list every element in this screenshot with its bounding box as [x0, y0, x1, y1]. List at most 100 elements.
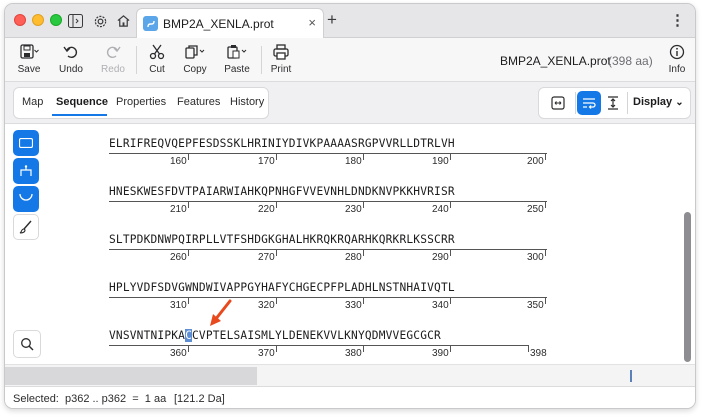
horizontal-scrollbar[interactable]	[5, 364, 695, 386]
tick-label: 280	[345, 252, 362, 263]
undo-button[interactable]: Undo	[51, 42, 91, 78]
tick-label: 380	[345, 348, 362, 359]
tick-label: 230	[345, 204, 362, 215]
copy-button[interactable]: Copy	[175, 42, 215, 78]
gear-icon[interactable]	[90, 11, 110, 31]
tick-mark	[276, 250, 277, 256]
tick-label: 170	[258, 156, 275, 167]
redo-button[interactable]: Redo	[93, 42, 133, 78]
tick-label: 370	[258, 348, 275, 359]
tab-sequence[interactable]: Sequence	[56, 96, 108, 108]
sequence-line: HNESKWESFDVTPAIARWIAHKQPNHGFVVEVNHLDNDKN…	[109, 185, 455, 198]
sequence-segment: VNSVNTNIPKA	[109, 329, 186, 342]
tick-mark	[276, 346, 277, 352]
tick-label: 180	[345, 156, 362, 167]
tick-label: 270	[258, 252, 275, 263]
sidebar-toggle-icon[interactable]	[65, 11, 85, 31]
document-title: BMP2A_XENLA.prot	[500, 54, 611, 68]
title-bar: BMP2A_XENLA.prot × + ⋮	[5, 4, 695, 38]
tick-mark	[363, 202, 364, 208]
view-tabs: Map Sequence Properties Features History	[13, 87, 269, 119]
view-tab-bar: Map Sequence Properties Features History…	[5, 82, 695, 124]
tick-label: 160	[170, 156, 187, 167]
tick-label: 310	[170, 300, 187, 311]
tick-mark	[188, 250, 189, 256]
display-menu-button[interactable]: Display ⌄	[633, 96, 684, 108]
view-options-group: Display ⌄	[538, 87, 691, 119]
document-tab[interactable]: BMP2A_XENLA.prot ×	[136, 8, 324, 38]
active-tab-indicator	[52, 114, 107, 116]
new-tab-button[interactable]: +	[327, 10, 337, 30]
text-height-icon[interactable]	[601, 91, 625, 115]
selection-status: Selected: p362 .. p362 = 1 aa	[13, 393, 167, 405]
tab-features[interactable]: Features	[177, 96, 220, 108]
position-marker	[630, 370, 632, 382]
tab-properties[interactable]: Properties	[116, 96, 166, 108]
tick-mark	[545, 202, 546, 208]
tick-label: 250	[527, 204, 544, 215]
tick-label: 350	[527, 300, 544, 311]
copy-icon	[175, 42, 215, 62]
position-ruler: 210 220 230 240 250	[109, 201, 547, 215]
info-button[interactable]: Info	[657, 42, 695, 78]
tick-mark	[450, 154, 451, 160]
tick-mark	[528, 346, 529, 352]
document-length: (398 aa)	[608, 54, 653, 68]
position-ruler: 360 370 380 390 398	[109, 345, 547, 359]
sequence-line: ELRIFREQVQEPFESDSSKLHRINIYDIVKPAAAASRGPV…	[109, 137, 455, 150]
tick-label: 340	[432, 300, 449, 311]
close-tab-icon[interactable]: ×	[308, 15, 316, 30]
tick-mark	[450, 298, 451, 304]
tick-label: 290	[432, 252, 449, 263]
tick-mark	[363, 250, 364, 256]
toolbar: Save Undo Redo Cut Copy Paste Print BMP2…	[5, 38, 695, 82]
wrap-lines-icon[interactable]	[577, 91, 601, 115]
paintbrush-icon[interactable]	[13, 214, 39, 240]
vertical-scrollbar[interactable]	[684, 212, 691, 362]
tick-label: 260	[170, 252, 187, 263]
redo-label: Redo	[101, 64, 125, 75]
close-window-button[interactable]	[14, 14, 26, 26]
scissors-icon	[137, 42, 177, 62]
tick-mark	[363, 346, 364, 352]
tick-label: 300	[527, 252, 544, 263]
rectangle-select-icon[interactable]	[13, 130, 39, 156]
paste-button[interactable]: Paste	[217, 42, 257, 78]
scroll-thumb[interactable]	[5, 367, 257, 385]
print-button[interactable]: Print	[261, 42, 301, 78]
minimize-window-button[interactable]	[32, 14, 44, 26]
tab-map[interactable]: Map	[22, 96, 43, 108]
tree-structure-icon[interactable]	[13, 158, 39, 184]
fit-width-icon[interactable]	[546, 91, 570, 115]
end-label: 398	[530, 348, 547, 359]
more-menu-icon[interactable]: ⋮	[670, 11, 685, 29]
tick-mark	[188, 202, 189, 208]
protein-file-icon	[143, 16, 158, 31]
redo-icon	[93, 42, 133, 62]
tick-label: 360	[170, 348, 187, 359]
printer-icon	[261, 42, 301, 62]
selected-residue[interactable]: C	[185, 329, 192, 342]
position-ruler: 160 170 180 190 200	[109, 153, 547, 167]
sequence-line: HPLYVDFSDVGWNDWIVAPPGYHAFYCHGECPFPLADHLN…	[109, 281, 455, 294]
cut-button[interactable]: Cut	[137, 42, 177, 78]
save-label: Save	[17, 64, 41, 75]
display-label: Display	[633, 96, 673, 108]
save-button[interactable]: Save	[9, 42, 49, 78]
copy-label: Copy	[183, 64, 207, 75]
options-separator	[627, 92, 628, 114]
tick-mark	[188, 346, 189, 352]
tab-history[interactable]: History	[230, 96, 264, 108]
tick-mark	[450, 346, 451, 352]
zoom-window-button[interactable]	[50, 14, 62, 26]
tick-label: 330	[345, 300, 362, 311]
app-window: BMP2A_XENLA.prot × + ⋮ Save Undo Redo Cu…	[4, 3, 696, 409]
print-label: Print	[270, 64, 292, 75]
sequence-segment: CVPTELSAISMLYLDENEKVVLKNYQDMVVEGCGCR	[192, 329, 441, 342]
magnifier-icon[interactable]	[13, 330, 41, 358]
home-icon[interactable]	[113, 11, 133, 31]
arc-icon[interactable]	[13, 186, 39, 212]
tick-label: 190	[432, 156, 449, 167]
tick-mark	[545, 250, 546, 256]
tick-mark	[450, 202, 451, 208]
